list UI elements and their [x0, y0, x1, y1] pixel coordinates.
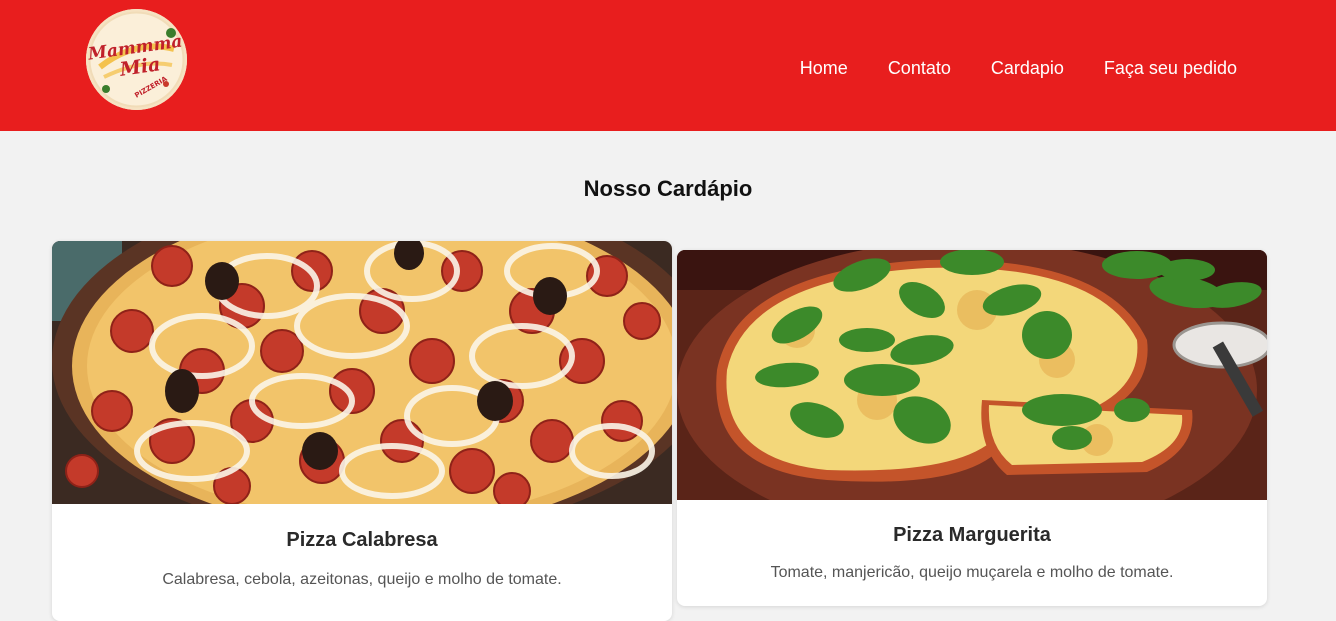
nav-link-home[interactable]: Home: [800, 57, 848, 79]
page-title: Nosso Cardápio: [583, 176, 753, 201]
nav-link-contato[interactable]: Contato: [888, 57, 951, 79]
menu-card-marguerita[interactable]: Pizza Marguerita Tomate, manjericão, que…: [677, 250, 1267, 606]
nav-link-faca-seu-pedido[interactable]: Faça seu pedido: [1104, 57, 1237, 79]
logo-text-line2: Mia: [118, 53, 162, 81]
pizza-calabresa-image: [52, 241, 672, 504]
menu-card-calabresa[interactable]: Pizza Calabresa Calabresa, cebola, azeit…: [52, 241, 672, 621]
card-description: Calabresa, cebola, azeitonas, queijo e m…: [162, 571, 562, 588]
pizzeria-logo[interactable]: Mammma Mia PIZZERIA: [86, 9, 187, 110]
main-nav: Home Contato Cardapio Faça seu pedido: [800, 57, 1237, 79]
card-description: Tomate, manjericão, queijo muçarela e mo…: [770, 564, 1174, 581]
nav-link-cardapio[interactable]: Cardapio: [991, 57, 1064, 79]
site-header: Mammma Mia PIZZERIA Home Contato Cardapi…: [0, 0, 1336, 131]
card-title: Pizza Calabresa: [286, 529, 438, 551]
pizza-marguerita-image: [677, 250, 1267, 500]
card-title: Pizza Marguerita: [893, 524, 1051, 546]
